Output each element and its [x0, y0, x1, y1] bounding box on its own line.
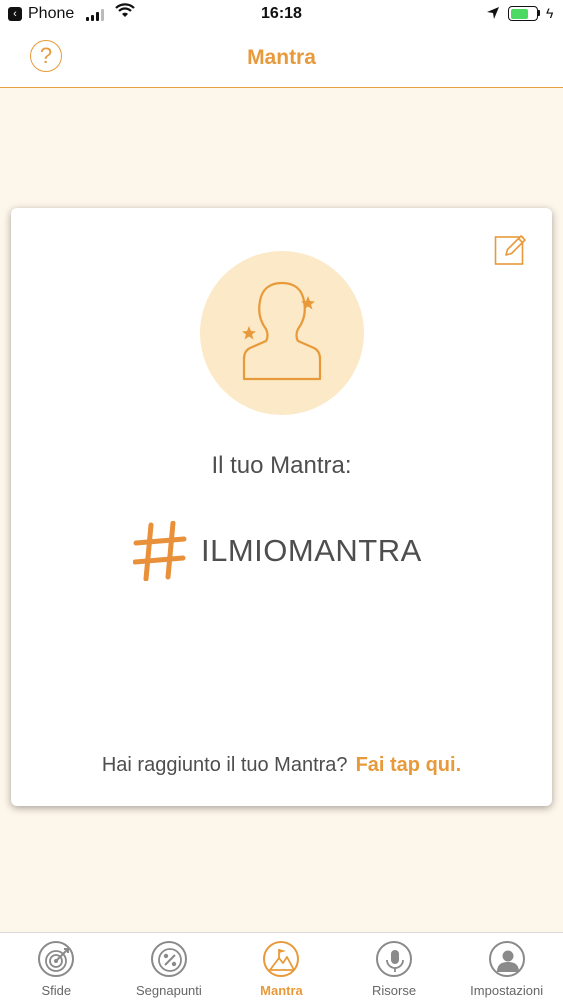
edit-pencil-icon[interactable]: [494, 232, 528, 266]
tab-label-impostazioni: Impostazioni: [470, 983, 544, 998]
status-bar: ‹ Phone 16:18 ϟ: [0, 0, 563, 30]
tab-segnapunti[interactable]: Segnapunti: [113, 933, 226, 1000]
reached-mantra-text: Hai raggiunto il tuo Mantra?: [101, 754, 348, 776]
status-time: 16:18: [261, 5, 302, 22]
mantra-card: Il tuo Mantra: ILMIOMANTRA Hai raggiunto…: [11, 208, 552, 806]
tab-sfide[interactable]: Sfide: [0, 933, 113, 1000]
tab-label-segnapunti: Segnapunti: [136, 983, 202, 998]
tab-mantra[interactable]: Mantra: [225, 933, 338, 1000]
tab-label-risorse: Risorse: [372, 983, 417, 998]
tab-label-sfide: Sfide: [41, 983, 72, 998]
hashtag-icon: [132, 520, 187, 582]
tab-bar: Sfide Segnapunti Mantra Risorse Impostaz…: [0, 932, 563, 1000]
target-dart-icon: [38, 941, 75, 977]
tab-risorse[interactable]: Risorse: [338, 933, 451, 1000]
user-settings-icon: [488, 941, 525, 977]
mantra-row: ILMIOMANTRA: [132, 520, 422, 582]
avatar-person-stars-icon: [200, 251, 364, 415]
navigation-bar: ? Mantra: [0, 30, 563, 88]
mountain-flag-icon: [263, 941, 300, 977]
charging-bolt-icon: ϟ: [546, 5, 554, 21]
battery-icon: [508, 6, 538, 21]
location-arrow-icon: [486, 6, 500, 25]
mantra-value: ILMIOMANTRA: [201, 533, 422, 568]
microphone-icon: [376, 941, 413, 977]
mantra-label: Il tuo Mantra:: [211, 452, 352, 479]
reached-mantra-prompt: Hai raggiunto il tuo Mantra? Fai tap qui.: [11, 754, 552, 777]
tap-here-link[interactable]: Fai tap qui.: [356, 754, 462, 776]
percent-badge-icon: [150, 941, 187, 977]
tab-label-mantra: Mantra: [260, 983, 303, 998]
battery-cap: [538, 10, 540, 16]
tab-impostazioni[interactable]: Impostazioni: [450, 933, 563, 1000]
page-title: Mantra: [247, 46, 316, 69]
